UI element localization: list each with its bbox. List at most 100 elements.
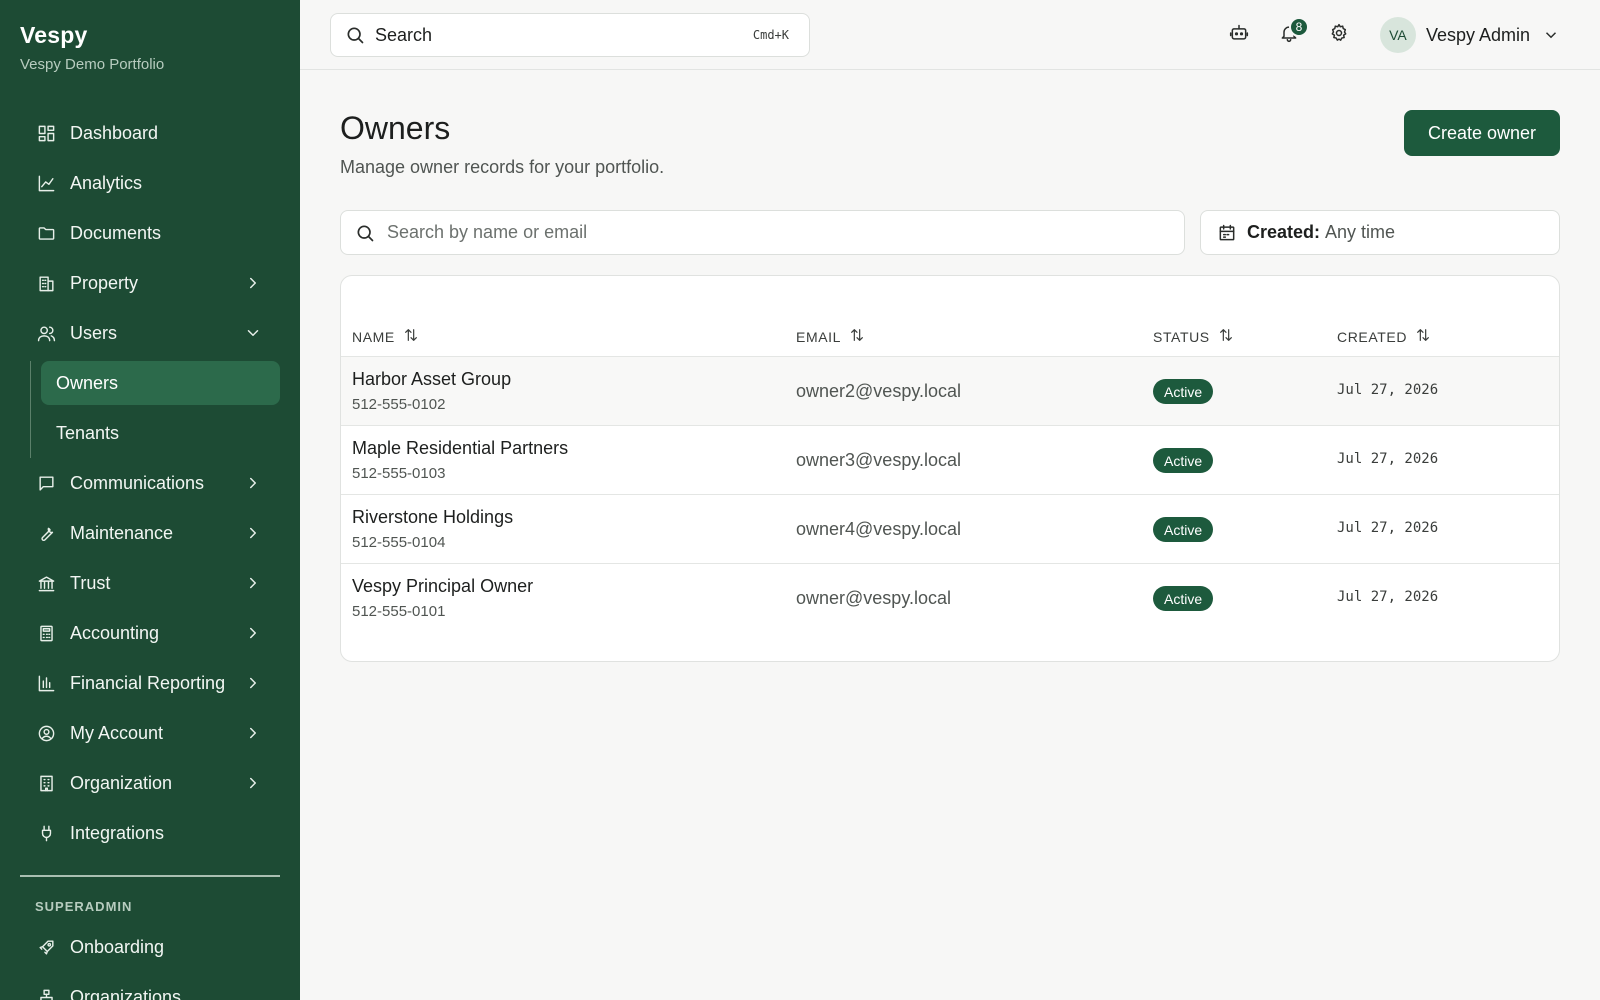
rocket-icon [36,937,56,957]
bar-chart-icon [36,673,56,693]
owner-email: owner3@vespy.local [796,450,962,470]
table-row[interactable]: Riverstone Holdings 512-555-0104 owner4@… [341,495,1559,564]
sidebar-item-label: Communications [70,472,205,493]
chart-line-icon [36,173,56,193]
sidebar-item-integrations[interactable]: Integrations [20,808,280,858]
user-menu[interactable]: VA Vespy Admin [1379,17,1560,53]
avatar: VA [1379,17,1416,53]
brand-title: Vespy [20,22,88,48]
created-date-filter[interactable]: Created: Any time [1200,210,1560,255]
brand: Vespy Vespy Demo Portfolio [20,22,164,73]
created-date: Jul 27, 2026 [1337,589,1439,605]
owner-name: Harbor Asset Group [352,369,512,389]
search-shortcut: Cmd+K [752,28,789,42]
owner-phone: 512-555-0103 [352,465,446,482]
sidebar-nav: Dashboard Analytics Documents Property U… [20,108,280,858]
message-icon [36,473,56,493]
sidebar-item-organization[interactable]: Organization [20,758,280,808]
chevron-right-icon [244,574,262,592]
column-header-created[interactable]: CREATED [1337,327,1431,346]
global-search[interactable]: Cmd+K [330,13,810,57]
owner-search[interactable] [340,210,1185,255]
status-badge: Active [1153,517,1214,542]
sidebar-item-users[interactable]: Users [20,308,280,358]
date-filter-value: Any time [1325,222,1396,242]
sidebar-item-dashboard[interactable]: Dashboard [20,108,280,158]
sort-icon [1210,327,1234,346]
dashboard-icon [36,123,56,143]
chevron-right-icon [244,474,262,492]
sidebar-item-communications[interactable]: Communications [20,458,280,508]
sidebar-item-label: Accounting [70,622,160,643]
owner-name: Maple Residential Partners [352,438,569,458]
assistant-button[interactable] [1224,20,1254,50]
brand-subtitle: Vespy Demo Portfolio [20,56,165,73]
owners-table: NAME EMAIL STATUS CREATED Harbor Asset G… [340,275,1560,662]
sidebar-item-organizations[interactable]: Organizations [20,972,280,1000]
owner-email: owner4@vespy.local [796,519,962,539]
sidebar-item-label: Trust [70,572,111,593]
robot-icon [1229,23,1249,48]
status-badge: Active [1153,379,1214,404]
owner-name: Vespy Principal Owner [352,576,534,596]
sidebar-item-owners[interactable]: Owners [41,361,280,405]
owner-search-input[interactable] [387,222,1147,243]
table-row[interactable]: Harbor Asset Group 512-555-0102 owner2@v… [341,357,1559,426]
sidebar-item-label: Property [70,272,139,293]
chevron-right-icon [244,524,262,542]
sidebar-item-property[interactable]: Property [20,258,280,308]
sidebar-item-label: My Account [70,722,164,743]
gear-icon [1329,23,1349,48]
calculator-icon [36,623,56,643]
status-badge: Active [1153,586,1214,611]
page-title: Owners [340,110,451,146]
table-row[interactable]: Maple Residential Partners 512-555-0103 … [341,426,1559,495]
column-header-name[interactable]: NAME [352,327,419,346]
sidebar-item-my-account[interactable]: My Account [20,708,280,758]
sort-icon [1407,327,1431,346]
wrench-icon [36,523,56,543]
sidebar-item-trust[interactable]: Trust [20,558,280,608]
table-row[interactable]: Vespy Principal Owner 512-555-0101 owner… [341,564,1559,633]
chevron-down-icon [1530,22,1560,49]
sidebar-item-analytics[interactable]: Analytics [20,158,280,208]
sidebar-item-label: Organization [70,772,173,793]
sidebar-item-accounting[interactable]: Accounting [20,608,280,658]
sidebar: Vespy Vespy Demo Portfolio Dashboard Ana… [0,0,300,1000]
column-header-status[interactable]: STATUS [1153,327,1234,346]
owner-phone: 512-555-0101 [352,603,446,620]
folder-icon [36,223,56,243]
sidebar-item-documents[interactable]: Documents [20,208,280,258]
sidebar-item-maintenance[interactable]: Maintenance [20,508,280,558]
created-date: Jul 27, 2026 [1337,520,1439,536]
status-badge: Active [1153,448,1214,473]
settings-button[interactable] [1324,20,1354,50]
chevron-right-icon [244,624,262,642]
sidebar-divider [20,875,280,877]
created-date: Jul 27, 2026 [1337,451,1439,467]
sidebar-item-label: Analytics [70,172,143,193]
notification-badge: 8 [1288,17,1309,37]
sidebar-item-label: Dashboard [70,122,159,143]
sidebar-item-tenants[interactable]: Tenants [41,408,280,458]
owner-name: Riverstone Holdings [352,507,514,527]
org-tree-icon [36,987,56,1000]
building-icon [36,273,56,293]
topbar-actions: 8 VA Vespy Admin [1224,12,1560,58]
chevron-right-icon [244,724,262,742]
owner-email: owner@vespy.local [796,588,952,608]
column-header-email[interactable]: EMAIL [796,327,865,346]
sidebar-item-financial-reporting[interactable]: Financial Reporting [20,658,280,708]
plug-icon [36,823,56,843]
global-search-input[interactable] [375,24,735,46]
column-header-label: STATUS [1153,328,1210,345]
sort-icon [395,327,419,346]
sidebar-item-onboarding[interactable]: Onboarding [20,922,280,972]
topbar: Cmd+K 8 VA Vespy Admin [300,0,1600,70]
owner-phone: 512-555-0102 [352,396,446,413]
create-owner-button[interactable]: Create owner [1404,110,1560,156]
user-circle-icon [36,723,56,743]
chevron-right-icon [244,774,262,792]
notifications-button[interactable]: 8 [1274,17,1309,50]
date-filter-label: Created: [1247,222,1321,242]
